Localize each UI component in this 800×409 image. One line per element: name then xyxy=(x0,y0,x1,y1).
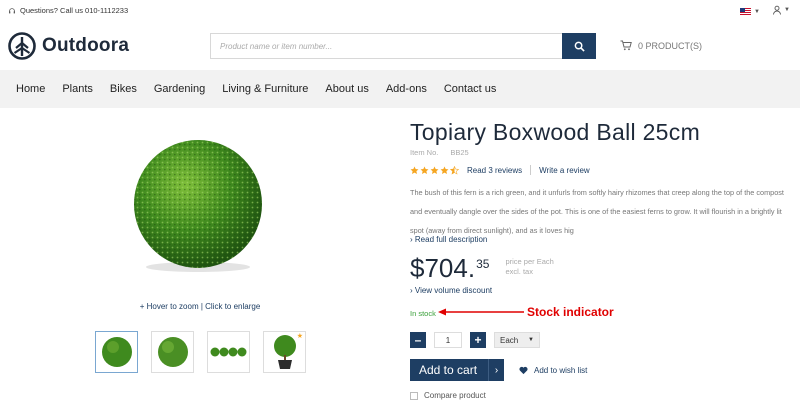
write-review-link[interactable]: Write a review xyxy=(539,166,590,175)
half-star-icon xyxy=(450,165,459,175)
star-icon xyxy=(420,165,429,174)
nav-item-bikes[interactable]: Bikes xyxy=(110,83,137,95)
tree-logo-icon xyxy=(8,32,36,60)
quantity-input[interactable] xyxy=(434,332,462,348)
star-icon xyxy=(430,165,439,174)
price-per-text: price per Each xyxy=(505,257,554,266)
search-icon xyxy=(574,41,585,52)
compare-label: Compare product xyxy=(424,391,486,400)
product-title: Topiary Boxwood Ball 25cm xyxy=(410,119,701,145)
product-description: The bush of this fern is a rich green, a… xyxy=(410,188,784,235)
nav-item-add-ons[interactable]: Add-ons xyxy=(386,83,427,95)
nav-item-home[interactable]: Home xyxy=(16,83,45,95)
add-to-wishlist-link[interactable]: Add to wish list xyxy=(519,366,587,375)
headset-icon xyxy=(9,7,15,13)
chevron-right-icon: › xyxy=(488,359,504,381)
volume-discount-link[interactable]: › View volume discount xyxy=(410,286,492,295)
quantity-row: – + Each ▼ xyxy=(410,332,540,348)
chevron-down-icon: ▼ xyxy=(528,337,534,343)
star-icon xyxy=(410,165,419,174)
wishlist-label: Add to wish list xyxy=(534,366,588,375)
search-bar xyxy=(210,33,596,59)
boxwood-balls-row-thumbnail xyxy=(210,347,246,357)
item-number: Item No. BB25 xyxy=(410,148,469,157)
thumbnail-4[interactable]: ★ xyxy=(263,331,306,373)
unit-select[interactable]: Each ▼ xyxy=(494,332,540,348)
zoom-hint[interactable]: + Hover to zoom | Click to enlarge xyxy=(100,302,300,311)
item-number-label: Item No. xyxy=(410,148,439,157)
nav-item-gardening[interactable]: Gardening xyxy=(154,83,205,95)
user-icon xyxy=(773,5,781,15)
thumbnail-strip: ★ xyxy=(95,331,306,373)
logo-text: Outdoora xyxy=(42,35,130,56)
logo[interactable]: Outdoora xyxy=(8,32,129,60)
main-nav: Home Plants Bikes Gardening Living & Fur… xyxy=(0,70,800,108)
nav-item-about-us[interactable]: About us xyxy=(325,83,368,95)
add-to-cart-button[interactable]: Add to cart › xyxy=(410,359,504,381)
cart-summary[interactable]: 0 PRODUCT(S) xyxy=(620,40,702,51)
price-unit-info: price per Each excl. tax xyxy=(505,257,553,277)
annotation-arrow xyxy=(438,308,524,316)
rating-row: Read 3 reviews Write a review xyxy=(410,165,590,175)
increase-quantity-button[interactable]: + xyxy=(470,332,486,348)
compare-checkbox[interactable] xyxy=(410,391,418,400)
product-main-image[interactable] xyxy=(116,136,280,274)
stock-status: In stock xyxy=(410,309,436,318)
price-main: $704. xyxy=(410,253,476,283)
language-selector[interactable]: ▼ xyxy=(740,8,760,15)
chevron-down-icon: ▼ xyxy=(754,8,760,15)
boxwood-ball-thumbnail xyxy=(157,337,188,367)
annotation-label: Stock indicator xyxy=(527,305,614,319)
cart-icon xyxy=(620,40,632,51)
top-bar: Questions? Call us 010-1112233 ▼ ▼ xyxy=(0,0,800,24)
account-menu[interactable]: ▼ xyxy=(772,5,790,15)
price-cents: 35 xyxy=(476,257,490,271)
site-header: Outdoora 0 PRODUCT(S) xyxy=(0,24,800,70)
help-line: Questions? Call us 010-1112233 xyxy=(8,6,128,15)
us-flag-icon xyxy=(740,8,751,15)
star-icon xyxy=(440,165,449,174)
heart-icon xyxy=(519,366,528,375)
price-tax-text: excl. tax xyxy=(505,267,533,276)
nav-item-contact-us[interactable]: Contact us xyxy=(444,83,497,95)
price-block: $704. 35 price per Each excl. tax xyxy=(410,253,554,283)
compare-product[interactable]: Compare product xyxy=(410,391,486,400)
boxwood-ball-thumbnail xyxy=(101,337,132,367)
read-reviews-link[interactable]: Read 3 reviews xyxy=(467,166,522,175)
thumbnail-1[interactable] xyxy=(95,331,138,373)
badge-star-icon: ★ xyxy=(296,333,303,340)
help-text: Questions? Call us 010-1112233 xyxy=(20,6,129,15)
read-full-description-link[interactable]: › Read full description xyxy=(410,235,487,244)
search-button[interactable] xyxy=(562,33,596,59)
nav-item-living-furniture[interactable]: Living & Furniture xyxy=(222,83,308,95)
thumbnail-3[interactable] xyxy=(207,331,250,373)
unit-select-value: Each xyxy=(500,335,519,345)
chevron-down-icon: ▼ xyxy=(784,7,790,13)
thumbnail-2[interactable] xyxy=(151,331,194,373)
decrease-quantity-button[interactable]: – xyxy=(410,332,426,348)
search-input[interactable] xyxy=(210,33,562,59)
add-to-cart-label: Add to cart xyxy=(419,363,478,377)
cart-count: 0 PRODUCT(S) xyxy=(638,40,703,51)
item-number-value: BB25 xyxy=(450,148,469,157)
divider xyxy=(530,165,532,175)
star-rating xyxy=(410,165,459,175)
nav-item-plants[interactable]: Plants xyxy=(62,83,93,95)
